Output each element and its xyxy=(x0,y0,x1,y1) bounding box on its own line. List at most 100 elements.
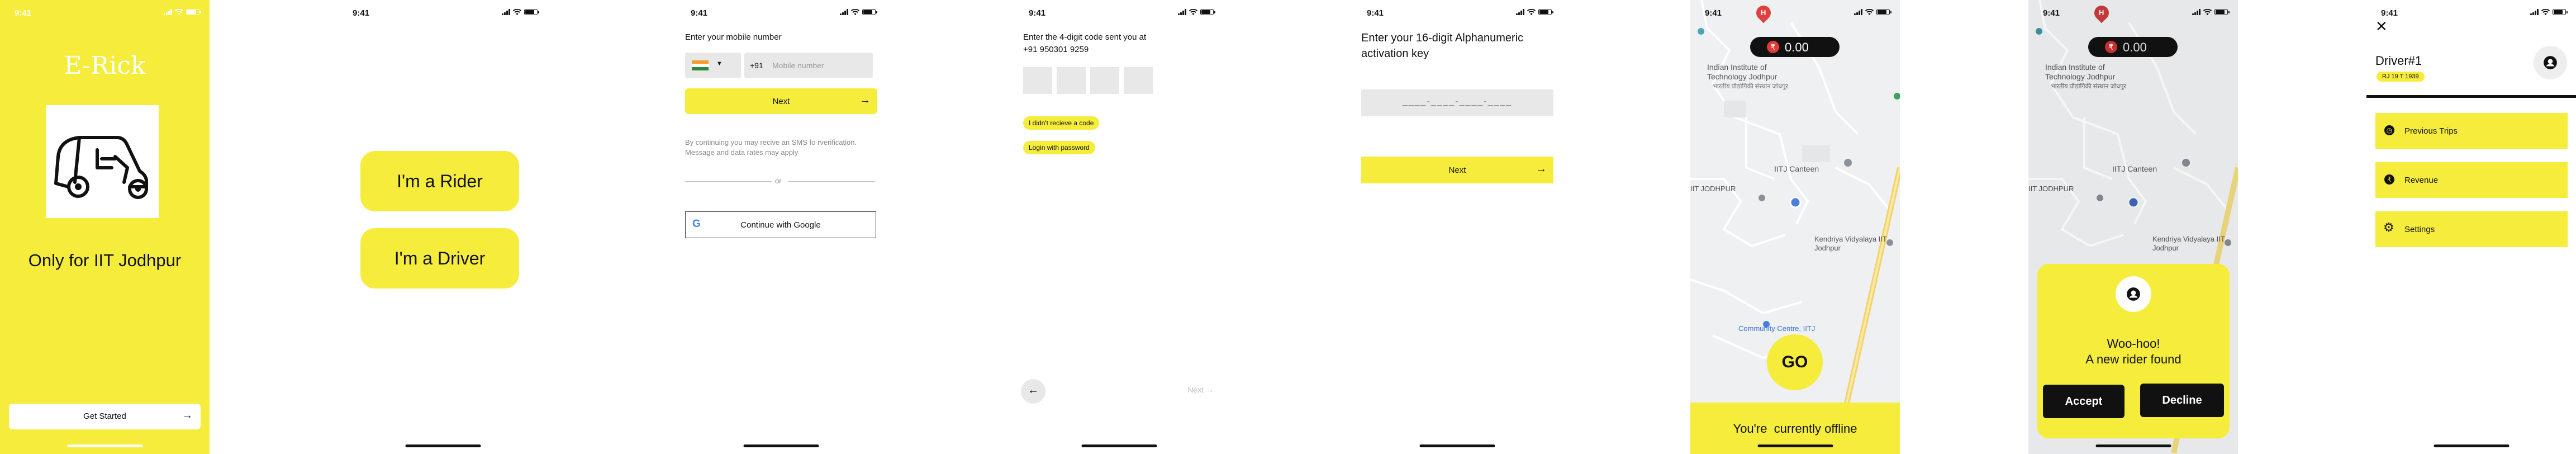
status-bar: 9:41 xyxy=(1690,0,1900,25)
label-kv: Kendriya Vidyalaya IIT Jodhpur xyxy=(2152,235,2225,252)
chevron-down-icon: ▼ xyxy=(716,60,723,67)
home-indicator xyxy=(1757,444,1833,447)
accept-button[interactable]: Accept xyxy=(2043,385,2125,418)
menu-item-label: Settings xyxy=(2404,225,2435,234)
battery-icon xyxy=(1538,9,1553,15)
rider-avatar xyxy=(2116,276,2151,312)
otp-heading: Enter the 4-digit code sent you at xyxy=(1023,32,1147,42)
rickshaw-logo xyxy=(46,105,159,218)
balance-chip: ₹ 0.00 xyxy=(2088,37,2178,57)
otp-phone-number: +91 950301 9259 xyxy=(1023,45,1089,54)
label-iit-hi: भारतीय प्रौद्योगिकी संस्थान जोधपुर xyxy=(1713,83,1788,90)
status-time: 9:41 xyxy=(1367,8,1384,18)
otp-screen: 9:41 Enter the 4-digit code sent you at … xyxy=(1014,0,1224,454)
label-iit: Indian Institute of Technology Jodhpur xyxy=(2045,63,2116,81)
otp-digit-3[interactable] xyxy=(1090,67,1119,94)
menu-item-label: Revenue xyxy=(2404,176,2439,185)
battery-icon xyxy=(2553,9,2568,15)
home-indicator xyxy=(405,444,481,447)
balance-value: 0.00 xyxy=(2123,40,2147,54)
status-icons xyxy=(840,9,877,15)
activation-screen: 9:41 Enter your 16-digit Alphanumeric ac… xyxy=(1352,0,1562,454)
battery-icon xyxy=(524,9,539,15)
label-iit-hi: भारतीय प्रौद्योगिकी संस्थान जोधपुर xyxy=(2051,83,2126,90)
wifi-icon xyxy=(175,9,183,15)
otp-digit-4[interactable] xyxy=(1124,67,1153,94)
label-community: Community Centre, IITJ xyxy=(1738,324,1815,333)
status-time: 9:41 xyxy=(353,8,370,18)
home-indicator xyxy=(1081,444,1157,447)
country-picker[interactable]: ▼ xyxy=(685,53,741,78)
splash-subtitle: Only for IIT Jodhpur xyxy=(28,250,182,270)
phone-heading: Enter your mobile number xyxy=(685,32,782,42)
signal-icon xyxy=(1516,9,1524,15)
divider-left xyxy=(685,181,772,182)
signal-icon xyxy=(164,9,172,15)
status-bar: 9:41 xyxy=(338,0,548,25)
country-code: +91 xyxy=(750,61,763,70)
rupee-icon: ₹ xyxy=(2384,174,2394,185)
decline-button[interactable]: Decline xyxy=(2140,384,2224,417)
wifi-icon xyxy=(851,9,859,15)
activation-key-input[interactable]: ____-____-____-____ xyxy=(1361,89,1553,116)
arrow-right-icon: → xyxy=(859,94,871,106)
mobile-number-input[interactable]: +91 Mobile number xyxy=(744,53,873,78)
home-indicator xyxy=(1419,444,1495,447)
role-screen: 9:41 I'm a Rider I'm a Driver xyxy=(338,0,548,454)
otp-next-button[interactable]: Next → xyxy=(1187,385,1214,394)
rupee-icon: ₹ xyxy=(2105,41,2117,53)
label-kv: Kendriya Vidyalaya IIT Jodhpur xyxy=(1814,235,1887,252)
menu-item-label: Previous Trips xyxy=(2404,126,2458,136)
status-time: 9:41 xyxy=(2043,8,2060,18)
home-indicator xyxy=(67,444,142,447)
mobile-placeholder: Mobile number xyxy=(772,61,824,70)
next-button[interactable]: Next → xyxy=(685,88,877,114)
status-time: 9:41 xyxy=(2381,8,2398,18)
go-button[interactable]: GO xyxy=(1767,334,1823,390)
status-icons xyxy=(164,9,201,15)
google-signin-button[interactable]: G Continue with Google xyxy=(685,211,876,238)
phone-screen: 9:41 Enter your mobile number ▼ +91 Mobi… xyxy=(676,0,886,454)
get-started-button[interactable]: Get Started → xyxy=(9,404,201,429)
balance-chip: ₹ 0.00 xyxy=(1750,37,1840,57)
status-icons xyxy=(1516,9,1553,15)
driver-button[interactable]: I'm a Driver xyxy=(360,228,519,289)
otp-digit-2[interactable] xyxy=(1057,67,1086,94)
label-iit-short: IIT JODHPUR xyxy=(2028,185,2074,193)
wifi-icon xyxy=(513,9,521,15)
india-flag-icon xyxy=(692,60,709,70)
or-label: or xyxy=(775,177,782,185)
label-iit: Indian Institute of Technology Jodhpur xyxy=(1707,63,1777,81)
get-started-label: Get Started xyxy=(83,412,126,421)
wifi-icon xyxy=(1527,9,1536,15)
sms-disclaimer: By continuing you may recive an SMS fo r… xyxy=(685,138,857,157)
profile-avatar[interactable] xyxy=(2534,46,2567,79)
user-icon xyxy=(2127,287,2140,301)
close-icon[interactable]: ✕ xyxy=(2375,19,2388,34)
wifi-icon xyxy=(1189,9,1197,15)
menu-item-previous-trips[interactable]: ◷ Previous Trips xyxy=(2375,113,2568,149)
otp-digit-1[interactable] xyxy=(1023,67,1052,94)
label-canteen: IITJ Canteen xyxy=(2112,164,2157,173)
menu-item-settings[interactable]: ⚙ Settings xyxy=(2375,211,2568,247)
activation-next-button[interactable]: Next → xyxy=(1361,157,1553,183)
status-icons xyxy=(2530,9,2568,15)
app-title: E-Rick xyxy=(64,51,146,80)
driver-name: Driver#1 xyxy=(2375,54,2422,68)
rider-button[interactable]: I'm a Rider xyxy=(360,151,519,211)
login-password-button[interactable]: Login with password xyxy=(1023,141,1095,154)
signal-icon xyxy=(1178,9,1186,15)
clock-icon: ◷ xyxy=(2384,125,2394,135)
signal-icon xyxy=(2530,9,2539,15)
battery-icon xyxy=(186,9,201,15)
status-bar: 9:41 xyxy=(676,0,886,25)
back-button[interactable]: ← xyxy=(1021,379,1045,404)
offline-text: You're currently offline xyxy=(1733,422,1857,436)
no-code-button[interactable]: I didn't recieve a code xyxy=(1023,116,1100,130)
wifi-icon xyxy=(2203,9,2212,15)
status-icons xyxy=(2192,9,2230,15)
activation-next-label: Next xyxy=(1448,165,1466,175)
found-title: Woo-hoo! xyxy=(2107,337,2160,351)
signal-icon xyxy=(840,9,848,15)
menu-item-revenue[interactable]: ₹ Revenue xyxy=(2375,162,2568,198)
